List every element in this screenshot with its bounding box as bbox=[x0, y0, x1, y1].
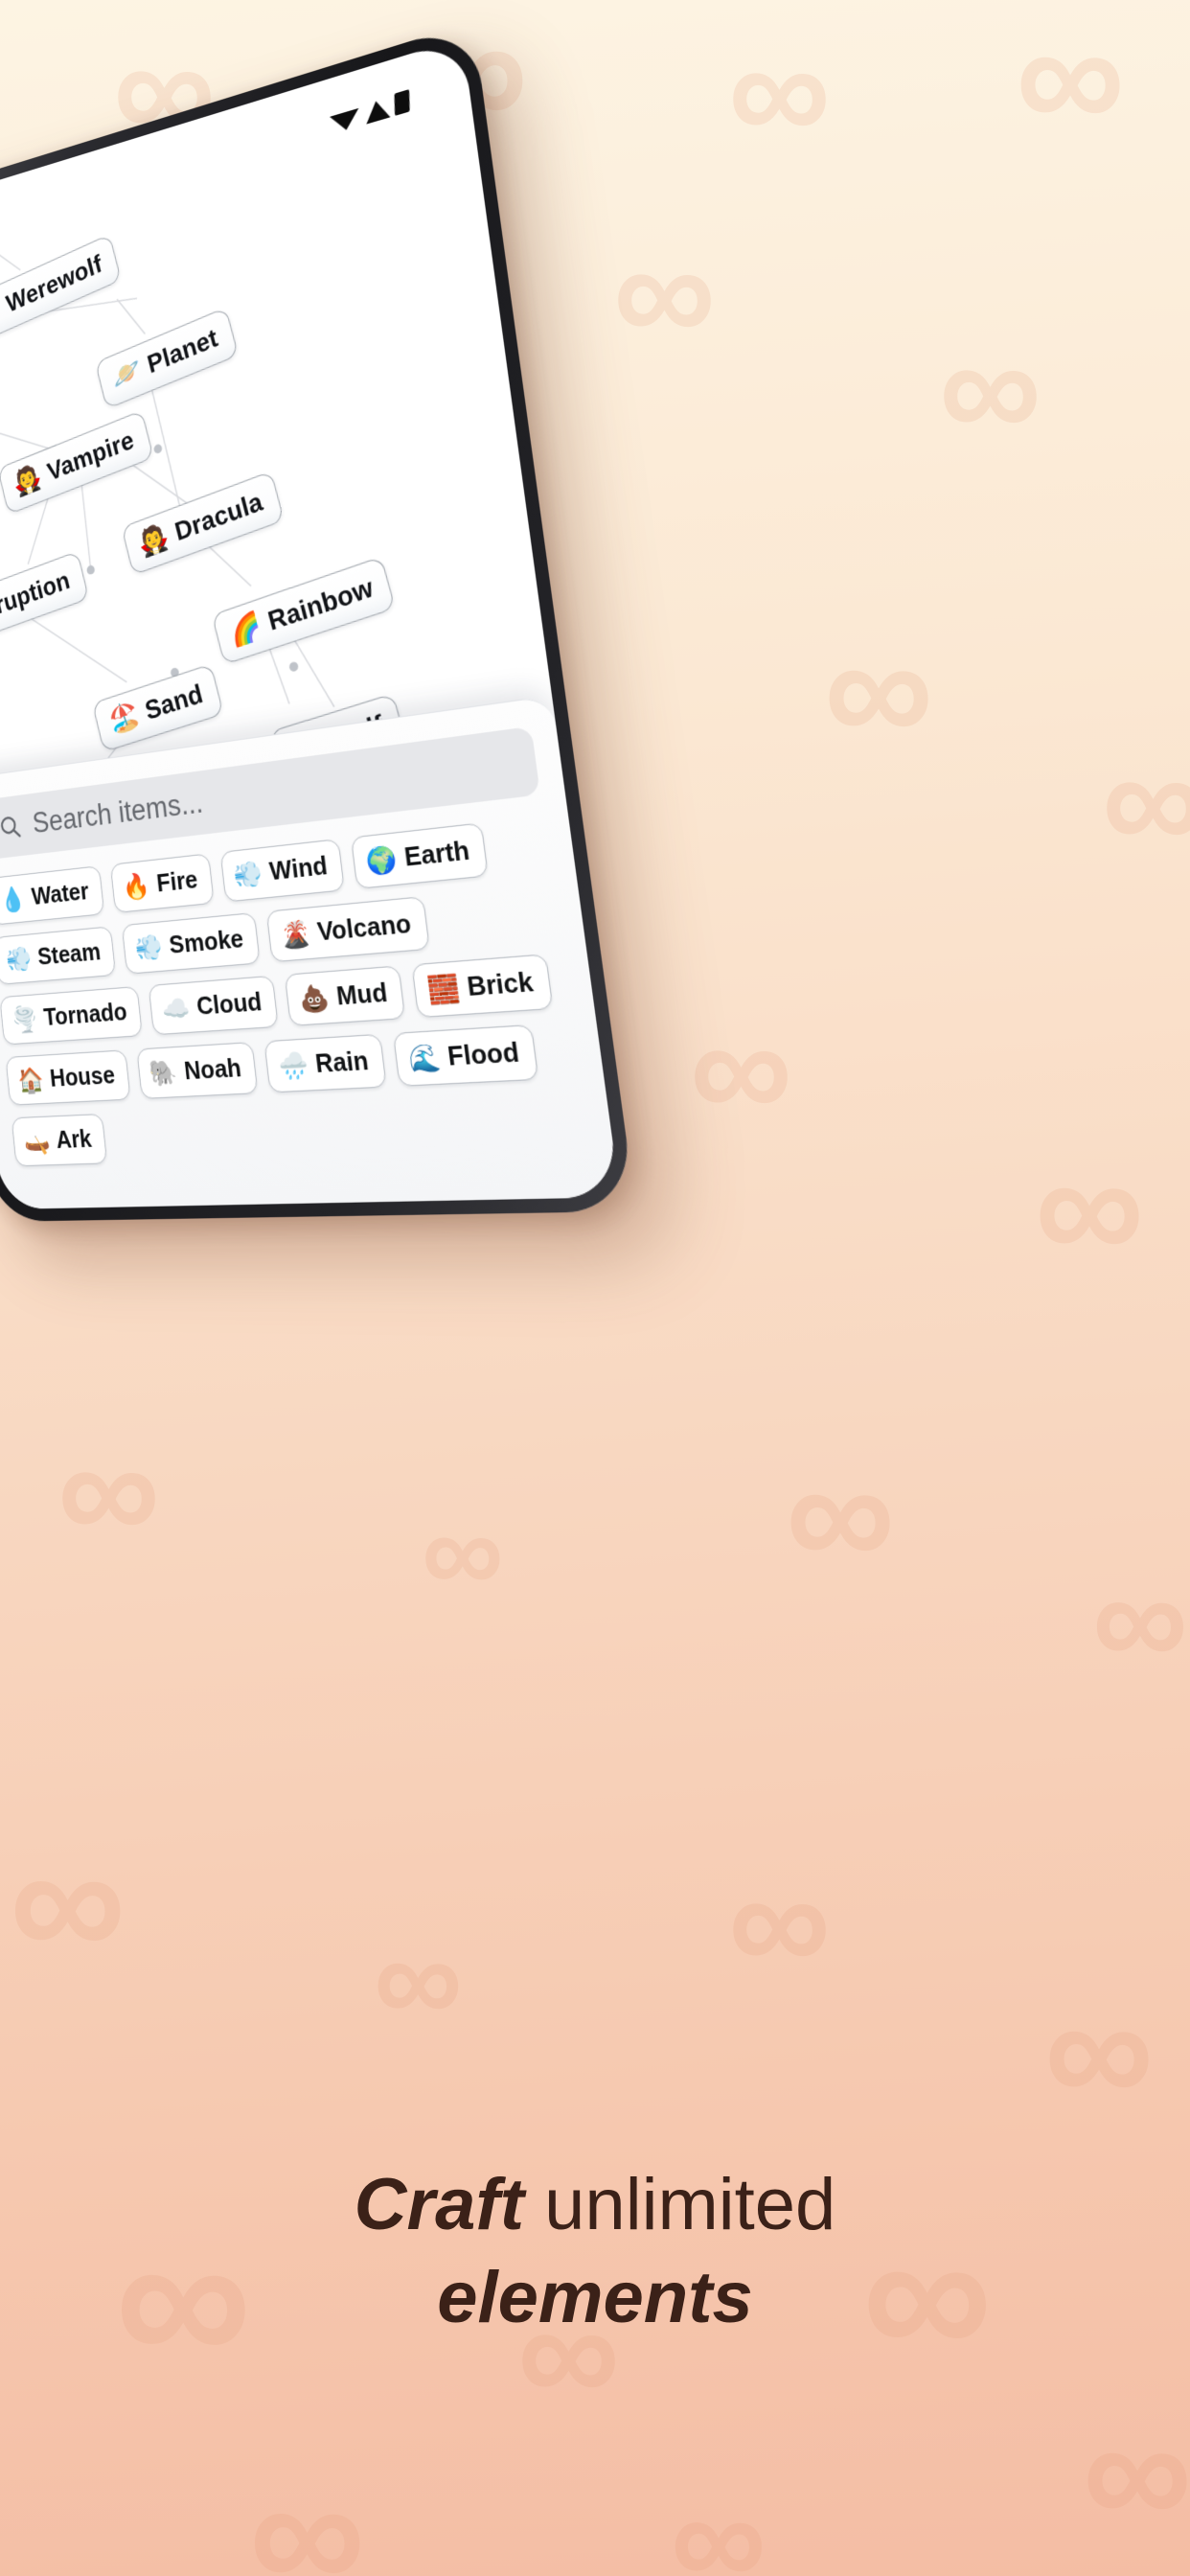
item-label: Volcano bbox=[315, 908, 413, 947]
node-emoji-icon: 🌈 bbox=[226, 610, 265, 650]
watermark-infinity-icon: ∞ bbox=[374, 1909, 463, 2049]
item-label: Noah bbox=[182, 1052, 243, 1086]
item-emoji-icon: 🐘 bbox=[148, 1056, 179, 1088]
watermark-infinity-icon: ∞ bbox=[786, 1428, 896, 1599]
item-emoji-icon: 🌪️ bbox=[10, 1003, 39, 1034]
item-label: Wind bbox=[267, 850, 330, 886]
item-emoji-icon: ☁️ bbox=[160, 992, 192, 1024]
watermark-infinity-icon: ∞ bbox=[422, 1488, 504, 1617]
item-label: House bbox=[48, 1060, 117, 1092]
node-emoji-icon: 🧛 bbox=[135, 520, 172, 561]
item-chip[interactable]: 🏠 House bbox=[5, 1049, 131, 1106]
item-label: Steam bbox=[35, 936, 103, 971]
item-chip[interactable]: 🌪️ Tornado bbox=[0, 985, 144, 1046]
phone-device: 🐺Werewolf💨Dust🪐Planet🧛Vampire🧛Dracula🌋Er… bbox=[0, 21, 637, 1222]
watermark-infinity-icon: ∞ bbox=[1083, 2386, 1190, 2558]
item-emoji-icon: 🏠 bbox=[16, 1065, 45, 1094]
item-label: Tornado bbox=[42, 997, 128, 1031]
item-label: Earth bbox=[402, 834, 471, 872]
watermark-infinity-icon: ∞ bbox=[728, 1841, 831, 2002]
item-emoji-icon: 🌍 bbox=[364, 842, 400, 877]
item-chip[interactable]: 💨 Steam bbox=[0, 926, 117, 985]
item-chip[interactable]: 🛶 Ark bbox=[11, 1114, 107, 1167]
item-label: Brick bbox=[465, 965, 536, 1002]
item-emoji-icon: 🌧️ bbox=[277, 1048, 310, 1081]
item-emoji-icon: 💩 bbox=[297, 981, 332, 1015]
item-chip[interactable]: 💧 Water bbox=[0, 865, 104, 926]
item-chip[interactable]: 💩 Mud bbox=[285, 965, 406, 1026]
item-chip[interactable]: 🔥 Fire bbox=[109, 853, 215, 914]
node-emoji-icon: 🧛 bbox=[11, 462, 45, 500]
node-label: Sand bbox=[142, 678, 206, 725]
item-search-sheet[interactable]: Search items... 💧 Water 🔥 Fire 💨 Wind 🌍 Earth 💨 S… bbox=[0, 695, 621, 1210]
item-label: Mud bbox=[334, 977, 389, 1011]
item-emoji-icon: 💧 bbox=[0, 884, 27, 914]
watermark-infinity-icon: ∞ bbox=[1044, 1965, 1155, 2136]
item-label: Fire bbox=[154, 863, 199, 898]
watermark-infinity-icon: ∞ bbox=[690, 988, 792, 1149]
item-chip[interactable]: 🌍 Earth bbox=[351, 822, 490, 889]
search-icon bbox=[0, 812, 23, 842]
node-emoji-icon: 🏖️ bbox=[105, 699, 143, 738]
watermark-infinity-icon: ∞ bbox=[671, 2464, 767, 2576]
watermark-infinity-icon: ∞ bbox=[1016, 0, 1126, 162]
item-chip[interactable]: 🌋 Volcano bbox=[265, 896, 430, 963]
watermark-infinity-icon: ∞ bbox=[824, 604, 934, 775]
item-chip[interactable]: 🌊 Flood bbox=[392, 1024, 539, 1087]
phone-mockup-stage: 🐺Werewolf💨Dust🪐Planet🧛Vampire🧛Dracula🌋Er… bbox=[0, 21, 637, 1223]
watermark-infinity-icon: ∞ bbox=[1102, 720, 1190, 881]
item-emoji-icon: 💨 bbox=[4, 943, 34, 974]
watermark-infinity-icon: ∞ bbox=[728, 11, 831, 172]
item-label: Flood bbox=[446, 1036, 521, 1072]
item-chip[interactable]: 🌧️ Rain bbox=[263, 1033, 387, 1093]
item-chip[interactable]: 🐘 Noah bbox=[136, 1042, 259, 1099]
search-placeholder: Search items... bbox=[31, 785, 205, 840]
item-chip[interactable]: ☁️ Cloud bbox=[149, 975, 280, 1036]
headline-bold-word: Craft bbox=[354, 2164, 525, 2245]
watermark-infinity-icon: ∞ bbox=[10, 1811, 126, 1993]
headline-line-1: Craft unlimited bbox=[0, 2164, 1190, 2245]
watermark-infinity-icon: ∞ bbox=[939, 308, 1041, 469]
node-emoji-icon: 🪐 bbox=[108, 354, 145, 394]
item-chip[interactable]: 💨 Wind bbox=[219, 839, 346, 903]
item-emoji-icon: 🛶 bbox=[22, 1126, 52, 1156]
phone-screen: 🐺Werewolf💨Dust🪐Planet🧛Vampire🧛Dracula🌋Er… bbox=[0, 37, 621, 1210]
watermark-infinity-icon: ∞ bbox=[57, 1410, 160, 1571]
item-emoji-icon: 🔥 bbox=[121, 869, 152, 902]
item-chip[interactable]: 🧱 Brick bbox=[411, 954, 554, 1019]
node-emoji-icon: 🐺 bbox=[0, 294, 4, 334]
item-emoji-icon: 🌊 bbox=[406, 1041, 443, 1074]
item-emoji-icon: 🧱 bbox=[425, 972, 462, 1005]
headline-rest-word: unlimited bbox=[544, 2164, 836, 2245]
item-emoji-icon: 💨 bbox=[133, 931, 165, 963]
item-label: Ark bbox=[55, 1123, 93, 1154]
headline-line-2: elements bbox=[437, 2257, 753, 2339]
watermark-infinity-icon: ∞ bbox=[1092, 1544, 1188, 1694]
item-emoji-icon: 💨 bbox=[232, 858, 264, 890]
watermark-infinity-icon: ∞ bbox=[249, 2444, 366, 2576]
watermark-infinity-icon: ∞ bbox=[1035, 1121, 1145, 1293]
item-label: Smoke bbox=[167, 923, 245, 959]
marketing-headline: Craft unlimited elements bbox=[0, 2164, 1190, 2338]
item-label: Water bbox=[30, 876, 90, 910]
watermark-infinity-icon: ∞ bbox=[613, 212, 716, 373]
item-label: Rain bbox=[313, 1045, 371, 1079]
item-label: Cloud bbox=[195, 986, 263, 1021]
item-grid[interactable]: 💧 Water 🔥 Fire 💨 Wind 🌍 Earth 💨 Steam 💨 Smoke 🌋 Volca… bbox=[0, 816, 588, 1167]
item-emoji-icon: 🌋 bbox=[279, 917, 312, 951]
item-chip[interactable]: 💨 Smoke bbox=[122, 911, 261, 975]
